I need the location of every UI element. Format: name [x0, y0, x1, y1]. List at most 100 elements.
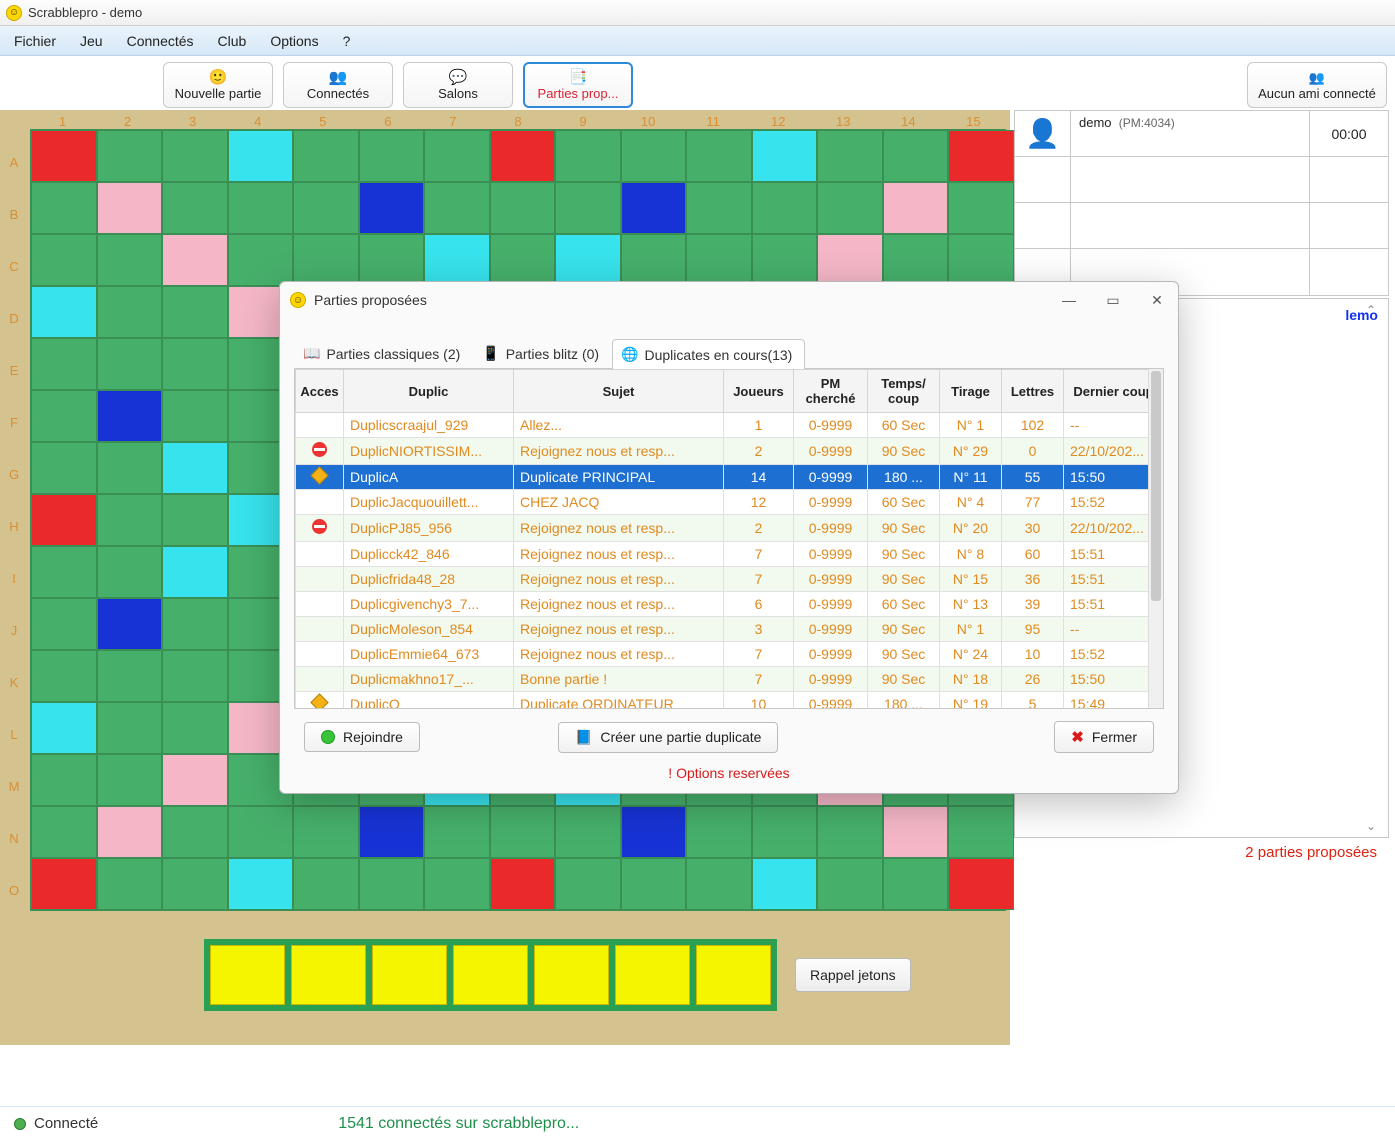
board-cell[interactable]	[162, 754, 228, 806]
board-cell[interactable]	[31, 442, 97, 494]
board-cell[interactable]	[228, 858, 294, 910]
rack-tile[interactable]	[372, 945, 447, 1005]
board-cell[interactable]	[948, 858, 1014, 910]
board-cell[interactable]	[359, 182, 425, 234]
board-cell[interactable]	[162, 702, 228, 754]
rack-tile[interactable]	[453, 945, 528, 1005]
tab-classic[interactable]: 📖Parties classiques (2)	[294, 338, 473, 368]
close-window-button[interactable]: ✕	[1146, 292, 1168, 309]
board-cell[interactable]	[162, 650, 228, 702]
table-row[interactable]: DuplicEmmie64_673Rejoignez nous et resp.…	[296, 642, 1164, 667]
board-cell[interactable]	[97, 234, 163, 286]
games-table[interactable]: Acces Duplic Sujet Joueurs PM cherché Te…	[295, 369, 1164, 709]
board-cell[interactable]	[31, 650, 97, 702]
board-cell[interactable]	[359, 858, 425, 910]
tab-blitz[interactable]: 📱Parties blitz (0)	[473, 338, 612, 368]
board-cell[interactable]	[31, 702, 97, 754]
rack-tile[interactable]	[615, 945, 690, 1005]
minimize-button[interactable]: —	[1058, 292, 1080, 309]
board-cell[interactable]	[490, 182, 556, 234]
board-cell[interactable]	[162, 858, 228, 910]
board-cell[interactable]	[31, 390, 97, 442]
scrollbar-thumb[interactable]	[1151, 371, 1161, 601]
board-cell[interactable]	[162, 182, 228, 234]
board-cell[interactable]	[97, 702, 163, 754]
board-cell[interactable]	[97, 858, 163, 910]
join-button[interactable]: Rejoindre	[304, 722, 420, 752]
proposed-games-link[interactable]: 2 parties proposées	[1014, 838, 1389, 861]
board-cell[interactable]	[424, 806, 490, 858]
board-cell[interactable]	[97, 286, 163, 338]
board-cell[interactable]	[883, 858, 949, 910]
board-cell[interactable]	[490, 130, 556, 182]
board-cell[interactable]	[31, 182, 97, 234]
board-cell[interactable]	[162, 338, 228, 390]
th-temps[interactable]: Temps/ coup	[868, 370, 940, 413]
board-cell[interactable]	[162, 546, 228, 598]
board-cell[interactable]	[817, 130, 883, 182]
board-cell[interactable]	[293, 234, 359, 286]
board-cell[interactable]	[31, 338, 97, 390]
board-cell[interactable]	[228, 234, 294, 286]
board-cell[interactable]	[162, 494, 228, 546]
new-game-button[interactable]: 🙂 Nouvelle partie	[163, 62, 273, 108]
board-cell[interactable]	[31, 286, 97, 338]
table-row[interactable]: Duplicck42_846Rejoignez nous et resp...7…	[296, 542, 1164, 567]
board-cell[interactable]	[162, 390, 228, 442]
board-cell[interactable]	[948, 182, 1014, 234]
menu-item-5[interactable]: ?	[343, 33, 351, 49]
tab-duplicates[interactable]: 🌐Duplicates en cours(13)	[612, 339, 805, 369]
board-cell[interactable]	[686, 806, 752, 858]
board-cell[interactable]	[424, 130, 490, 182]
board-cell[interactable]	[162, 598, 228, 650]
board-cell[interactable]	[621, 806, 687, 858]
board-cell[interactable]	[31, 806, 97, 858]
th-sujet[interactable]: Sujet	[514, 370, 724, 413]
create-duplicate-button[interactable]: 📘 Créer une partie duplicate	[558, 722, 779, 753]
board-cell[interactable]	[31, 494, 97, 546]
board-cell[interactable]	[31, 130, 97, 182]
rack-tile[interactable]	[534, 945, 609, 1005]
board-cell[interactable]	[555, 858, 621, 910]
menu-item-4[interactable]: Options	[270, 33, 318, 49]
board-cell[interactable]	[817, 182, 883, 234]
board-cell[interactable]	[555, 130, 621, 182]
menu-item-3[interactable]: Club	[218, 33, 247, 49]
board-cell[interactable]	[359, 806, 425, 858]
th-acces[interactable]: Acces	[296, 370, 344, 413]
table-row[interactable]: DuplicADuplicate PRINCIPAL140-9999180 ..…	[296, 465, 1164, 490]
board-cell[interactable]	[31, 234, 97, 286]
board-cell[interactable]	[97, 650, 163, 702]
board-cell[interactable]	[686, 234, 752, 286]
board-cell[interactable]	[293, 858, 359, 910]
board-cell[interactable]	[948, 130, 1014, 182]
board-cell[interactable]	[621, 182, 687, 234]
board-cell[interactable]	[162, 806, 228, 858]
board-cell[interactable]	[97, 390, 163, 442]
chevron-up-icon[interactable]: ⌃	[1366, 303, 1384, 317]
connected-button[interactable]: 👥 Connectés	[283, 62, 393, 108]
board-cell[interactable]	[31, 598, 97, 650]
board-cell[interactable]	[31, 546, 97, 598]
table-row[interactable]: Duplicmakhno17_...Bonne partie !70-99999…	[296, 667, 1164, 692]
board-cell[interactable]	[293, 806, 359, 858]
table-row[interactable]: DuplicMoleson_854Rejoignez nous et resp.…	[296, 617, 1164, 642]
th-duplic[interactable]: Duplic	[344, 370, 514, 413]
board-cell[interactable]	[97, 182, 163, 234]
table-row[interactable]: DuplicJacquouillett...CHEZ JACQ120-99996…	[296, 490, 1164, 515]
board-cell[interactable]	[817, 806, 883, 858]
board-cell[interactable]	[752, 182, 818, 234]
board-cell[interactable]	[752, 130, 818, 182]
board-cell[interactable]	[555, 182, 621, 234]
board-cell[interactable]	[97, 754, 163, 806]
board-cell[interactable]	[293, 182, 359, 234]
board-cell[interactable]	[424, 858, 490, 910]
board-cell[interactable]	[97, 806, 163, 858]
board-cell[interactable]	[162, 130, 228, 182]
table-row[interactable]: DuplicPJ85_956Rejoignez nous et resp...2…	[296, 515, 1164, 542]
th-joueurs[interactable]: Joueurs	[724, 370, 794, 413]
board-cell[interactable]	[686, 858, 752, 910]
board-cell[interactable]	[31, 754, 97, 806]
menu-item-0[interactable]: Fichier	[14, 33, 56, 49]
board-cell[interactable]	[97, 338, 163, 390]
